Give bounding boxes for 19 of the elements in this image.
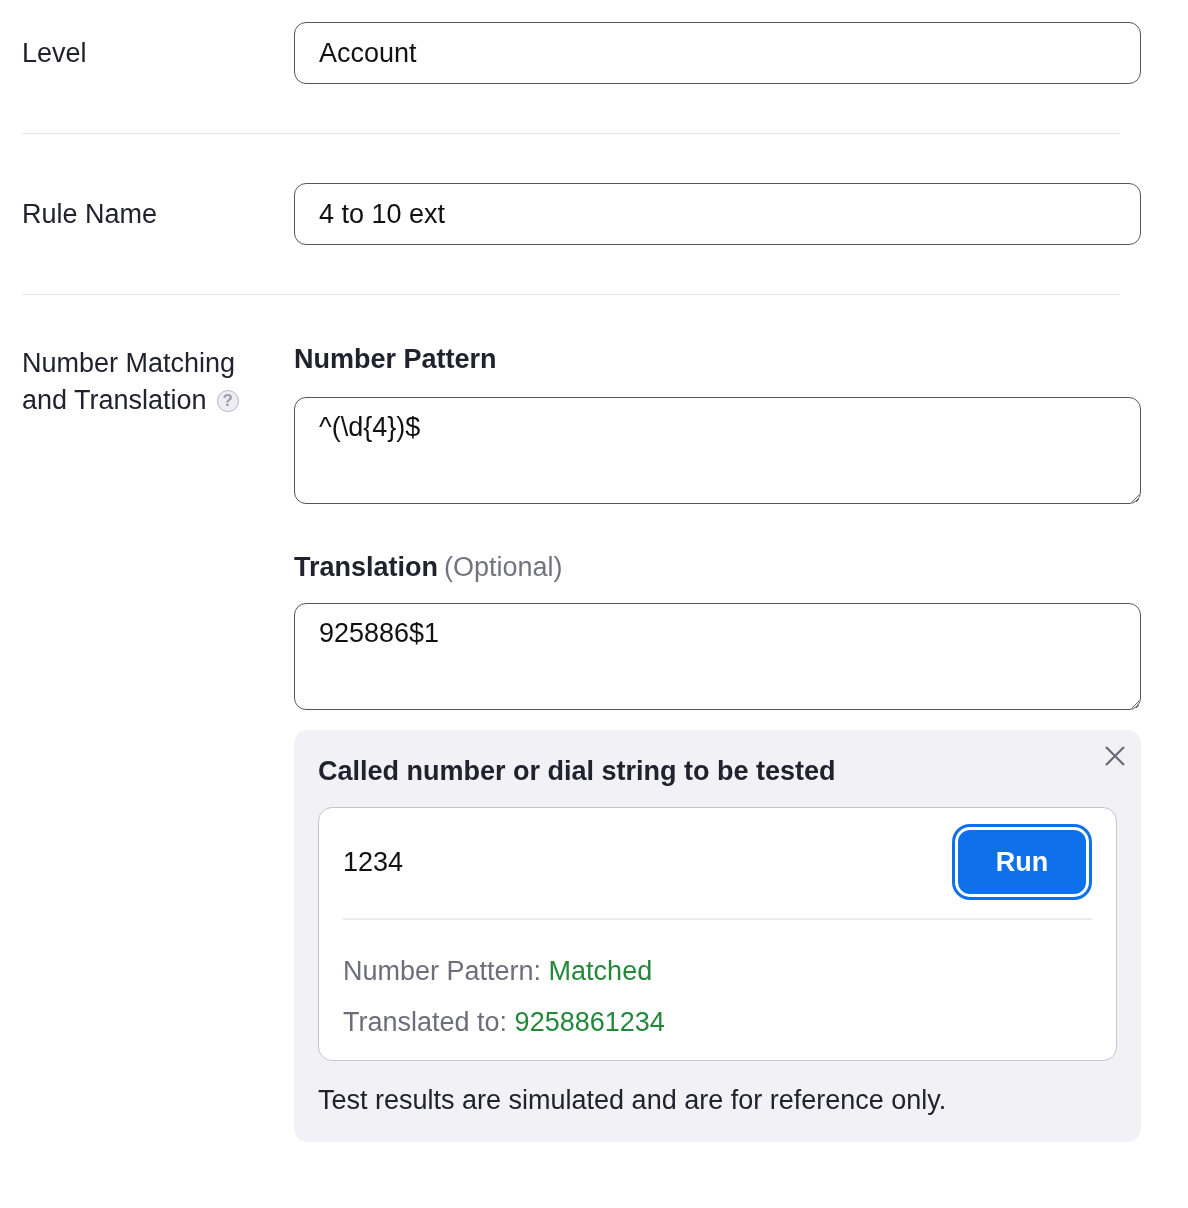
result-value: Matched: [548, 956, 653, 986]
number-input[interactable]: 1234: [343, 846, 404, 878]
close-icon[interactable]: [1103, 744, 1127, 768]
field-label: Rule Name: [22, 198, 159, 230]
result-label: Translated to:: [343, 1007, 508, 1037]
input-field[interactable]: 4 to 10 ext: [294, 183, 1141, 245]
field-label: Level: [22, 37, 88, 69]
field-label: Translation: [294, 552, 439, 583]
field-label: Number Matching: [22, 348, 237, 379]
panel-title: Called number or dial string to be tested: [318, 756, 837, 787]
disclaimer-text: Test results are simulated and are for reference only.: [318, 1085, 948, 1116]
result-value: 9258861234: [514, 1007, 665, 1037]
optional-hint: (Optional): [444, 552, 563, 583]
input-field[interactable]: Account: [294, 22, 1141, 84]
result-label: Number Pattern:: [343, 956, 542, 986]
input-field[interactable]: ^(\d{4})$: [294, 397, 1141, 504]
field-label: Number Pattern: [294, 344, 498, 375]
field-label: and Translation: [22, 385, 207, 416]
input-field[interactable]: 925886$1: [294, 603, 1141, 710]
